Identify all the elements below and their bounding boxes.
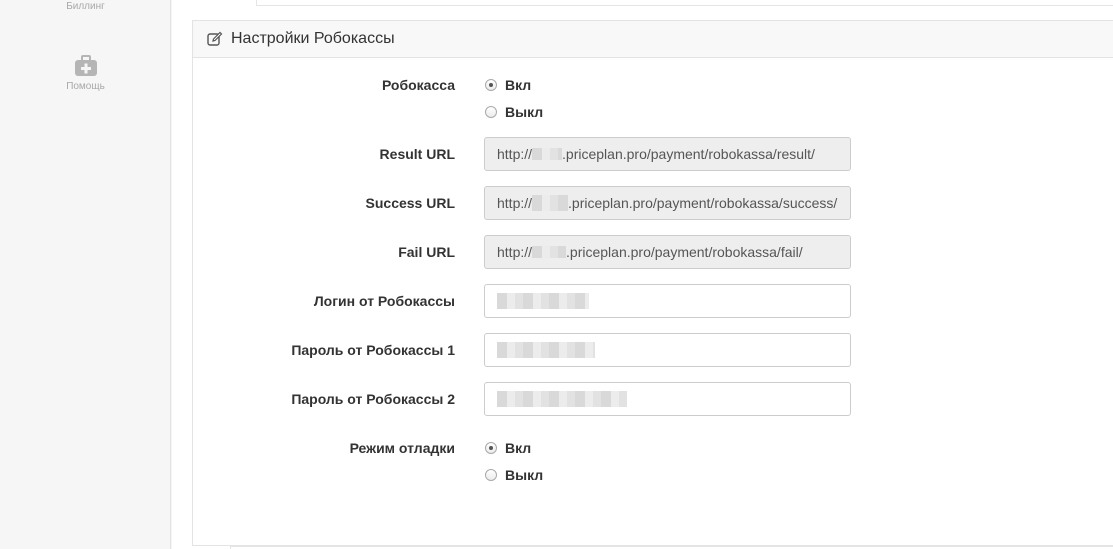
password2-input[interactable] bbox=[484, 382, 851, 416]
password1-input[interactable] bbox=[484, 333, 851, 367]
robokassa-settings-panel: Настройки Робокассы Робокасса Вкл Выкл R… bbox=[192, 20, 1113, 546]
debug-off-radio[interactable]: Выкл bbox=[485, 467, 543, 483]
redacted-subdomain bbox=[532, 246, 567, 258]
radio-checked-icon bbox=[485, 442, 497, 454]
result-url-suffix: .priceplan.pro/payment/robokassa/result/ bbox=[562, 146, 815, 162]
sidebar-item-billing[interactable]: Биллинг bbox=[0, 1, 171, 12]
success-url-suffix: .priceplan.pro/payment/robokassa/success… bbox=[568, 195, 838, 211]
sidebar-item-help[interactable]: Помощь bbox=[0, 55, 171, 92]
result-url-field[interactable]: http:// .priceplan.pro/payment/robokassa/… bbox=[484, 137, 851, 171]
previous-panel-edge bbox=[256, 0, 1113, 6]
debug-on-label: Вкл bbox=[505, 440, 532, 456]
sidebar-item-billing-label: Биллинг bbox=[66, 1, 105, 12]
robokassa-on-label: Вкл bbox=[505, 77, 532, 93]
main-content: Настройки Робокассы Робокасса Вкл Выкл R… bbox=[172, 0, 1113, 549]
debug-mode-label: Режим отладки bbox=[349, 440, 455, 456]
fail-url-prefix: http:// bbox=[497, 244, 533, 260]
success-url-prefix: http:// bbox=[497, 195, 533, 211]
login-label: Логин от Робокассы bbox=[313, 293, 455, 309]
edit-icon bbox=[207, 31, 223, 46]
panel-header: Настройки Робокассы bbox=[193, 21, 1113, 58]
password2-label: Пароль от Робокассы 2 bbox=[291, 391, 455, 407]
result-url-prefix: http:// bbox=[497, 146, 533, 162]
password1-label: Пароль от Робокассы 1 bbox=[291, 342, 455, 358]
robokassa-off-label: Выкл bbox=[505, 104, 544, 120]
radio-unchecked-icon bbox=[485, 469, 497, 481]
login-input[interactable] bbox=[484, 284, 851, 318]
robokassa-on-radio[interactable]: Вкл bbox=[485, 77, 531, 93]
fail-url-label: Fail URL bbox=[398, 244, 455, 260]
sidebar: Биллинг Помощь bbox=[0, 0, 171, 549]
radio-unchecked-icon bbox=[485, 106, 497, 118]
radio-checked-icon bbox=[485, 79, 497, 91]
fail-url-suffix: .priceplan.pro/payment/robokassa/fail/ bbox=[566, 244, 803, 260]
result-url-label: Result URL bbox=[379, 146, 455, 162]
debug-off-label: Выкл bbox=[505, 467, 544, 483]
fail-url-field[interactable]: http:// .priceplan.pro/payment/robokassa/… bbox=[484, 235, 851, 269]
panel-title: Настройки Робокассы bbox=[231, 30, 395, 47]
redacted-password bbox=[497, 391, 627, 407]
success-url-field[interactable]: http:// .priceplan.pro/payment/robokassa/… bbox=[484, 186, 851, 220]
medkit-icon bbox=[74, 55, 97, 76]
success-url-label: Success URL bbox=[365, 195, 455, 211]
sidebar-item-help-label: Помощь bbox=[66, 81, 105, 92]
redacted-subdomain bbox=[532, 148, 563, 160]
robokassa-off-radio[interactable]: Выкл bbox=[485, 104, 543, 120]
redacted-password bbox=[497, 342, 595, 358]
robokassa-label: Робокасса bbox=[381, 77, 455, 93]
redacted-subdomain bbox=[532, 195, 569, 211]
redacted-login bbox=[497, 293, 589, 309]
debug-on-radio[interactable]: Вкл bbox=[485, 440, 531, 456]
